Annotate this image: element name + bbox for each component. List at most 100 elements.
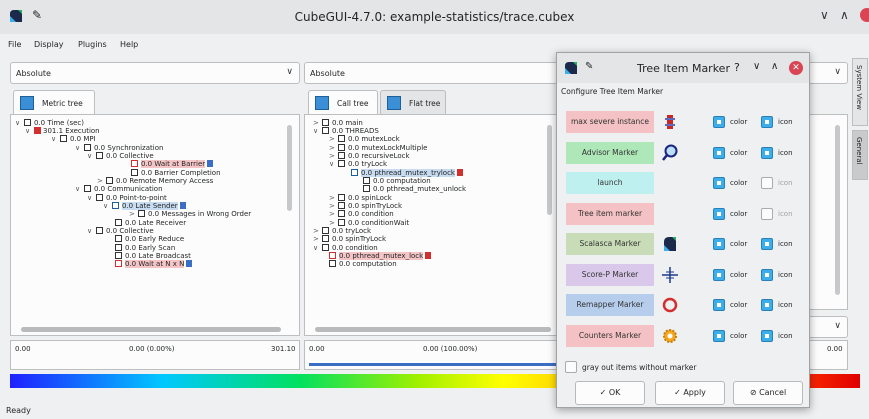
marker-icon-checkbox[interactable] <box>761 329 773 342</box>
marker-icon-label: icon <box>778 118 793 126</box>
dialog-heading: Configure Tree Item Marker <box>561 87 664 96</box>
crosshair-icon[interactable] <box>661 266 679 284</box>
tab-call-tree[interactable]: Call tree <box>308 90 378 114</box>
marker-icon-label: icon <box>778 148 793 157</box>
minimize-button[interactable]: ∨ <box>820 8 829 22</box>
vertical-scrollbar[interactable] <box>287 125 292 211</box>
close-button[interactable]: ✕ <box>789 61 803 75</box>
marker-color-button[interactable]: Remapper Marker <box>566 294 654 316</box>
dialog-title-bar: ✎ Tree Item Marker ? ∨ ∧ ✕ <box>557 53 809 83</box>
check-icon: ✓ <box>674 388 684 397</box>
tree-row[interactable]: 0.0 computation <box>329 260 397 268</box>
scalasca-logo-icon[interactable] <box>661 235 679 253</box>
marker-color-button[interactable]: Scalasca Marker <box>566 233 654 255</box>
marker-icon-checkbox[interactable] <box>761 238 773 250</box>
help-button[interactable]: ? <box>734 61 740 74</box>
menu-bar: File Display Plugins Help <box>0 34 869 54</box>
metric-value-mode-select[interactable]: Absolute ∨ <box>10 62 300 84</box>
red-ring-icon[interactable] <box>661 296 679 314</box>
marker-color-checkbox[interactable] <box>713 268 725 281</box>
marker-color-button[interactable]: launch <box>566 172 654 194</box>
close-button[interactable] <box>860 8 869 22</box>
tab-metric-tree[interactable]: Metric tree <box>13 90 95 114</box>
marker-color-label: color <box>730 331 748 340</box>
system-value-mode-select[interactable]: ∨ <box>804 62 848 84</box>
vertical-scrollbar[interactable] <box>547 125 552 215</box>
magnifier-icon[interactable] <box>661 144 679 162</box>
metric-tree-icon <box>20 96 34 110</box>
marker-color-button[interactable]: Score-P Marker <box>566 263 654 286</box>
menu-file[interactable]: File <box>8 40 21 49</box>
marker-color-label: color <box>730 270 748 279</box>
vertical-scrollbar[interactable] <box>835 125 840 295</box>
marker-icon-checkbox[interactable] <box>761 146 773 159</box>
marker-icon-label: icon <box>778 240 793 248</box>
marker-color-label: color <box>730 179 748 187</box>
marker-color-checkbox[interactable] <box>713 238 725 250</box>
apply-button[interactable]: ✓ Apply <box>655 381 725 405</box>
marker-icon-checkbox[interactable] <box>761 116 773 128</box>
tree-row[interactable]: 0.0 pthread_mutex_unlock <box>363 185 466 193</box>
title-bar: ✎ CubeGUI-4.7.0: example-statistics/trac… <box>0 0 869 34</box>
menu-display[interactable]: Display <box>34 40 64 49</box>
check-icon: ✓ <box>599 388 609 397</box>
marker-color-checkbox[interactable] <box>713 207 725 220</box>
marker-icon-label: icon <box>778 301 793 309</box>
minimize-button[interactable]: ∨ <box>753 61 760 72</box>
tree-row[interactable]: >0.0 mutexLock <box>329 135 400 143</box>
tab-general[interactable]: General <box>852 130 868 180</box>
marker-icon-label: icon <box>778 270 793 279</box>
chevron-down-icon: ∨ <box>286 67 293 77</box>
pin-icon[interactable]: ✎ <box>585 61 593 72</box>
system-topology-select[interactable]: ∨ <box>804 316 848 338</box>
tree-row[interactable]: >0.0 Messages in Wrong Order <box>129 210 251 218</box>
status-bar: Ready <box>6 406 31 415</box>
marker-icon-checkbox[interactable] <box>761 299 773 311</box>
horizontal-scrollbar[interactable] <box>315 327 551 332</box>
tree-row[interactable]: ∨ 0.0 tryLock <box>329 160 387 168</box>
tree-row[interactable]: >0.0 condition <box>329 210 394 218</box>
tree-row[interactable]: >0.0 spinTryLock <box>313 235 386 243</box>
tree-row[interactable]: 0.0 Wait at N x N <box>115 260 193 268</box>
call-value-mode-select[interactable]: Absolute <box>304 62 560 84</box>
call-tree-icon <box>315 96 329 110</box>
marker-color-checkbox[interactable] <box>713 329 725 342</box>
marker-color-label: color <box>730 301 748 309</box>
gear-icon[interactable] <box>661 327 679 345</box>
chevron-down-icon: ∨ <box>834 321 841 331</box>
menu-plugins[interactable]: Plugins <box>78 40 107 49</box>
cancel-button[interactable]: ⊘ Cancel <box>733 381 803 405</box>
gray-out-label: gray out items without marker <box>582 363 697 372</box>
system-value-bar: 0.00 <box>804 340 848 370</box>
ok-button[interactable]: ✓ OK <box>575 381 645 405</box>
menu-help[interactable]: Help <box>120 40 138 49</box>
marker-color-button[interactable]: Counters Marker <box>566 324 654 347</box>
marker-icon-label: icon <box>778 209 793 218</box>
tree-row[interactable]: ∨ 0.0 MPI <box>51 135 96 143</box>
marker-color-label: color <box>730 240 748 248</box>
marker-icon-checkbox[interactable] <box>761 177 773 189</box>
marker-color-checkbox[interactable] <box>713 177 725 189</box>
marker-color-checkbox[interactable] <box>713 116 725 128</box>
maximize-button[interactable]: ∧ <box>771 61 778 72</box>
marker-color-button[interactable]: Advisor Marker <box>566 141 654 164</box>
call-tree: >0.0 main ∨ 0.0 THREADS >0.0 mutexLock >0… <box>304 114 560 336</box>
tab-system-view[interactable]: System View <box>852 58 868 126</box>
marker-color-button[interactable]: Tree item marker <box>566 202 654 225</box>
marker-color-checkbox[interactable] <box>713 299 725 311</box>
marker-color-checkbox[interactable] <box>713 146 725 159</box>
marker-icon-checkbox[interactable] <box>761 268 773 281</box>
metric-tree: ∨ 0.0 Time (sec) ∨ 301.1 Execution ∨ 0.0 MP… <box>10 114 300 336</box>
horizontal-scrollbar[interactable] <box>21 327 281 332</box>
maximize-button[interactable]: ∧ <box>840 8 849 22</box>
marker-color-button[interactable]: max severe instance <box>566 111 654 133</box>
marker-color-label: color <box>730 209 748 218</box>
cube-logo-icon <box>565 62 577 74</box>
tab-flat-tree[interactable]: Flat tree <box>380 90 446 114</box>
gray-out-checkbox[interactable] <box>565 361 577 373</box>
tree-row[interactable]: 0.0 Early Reduce <box>115 235 184 243</box>
tree-row[interactable]: 0.0 Wait at Barrier <box>131 160 214 168</box>
marker-icon-checkbox[interactable] <box>761 207 773 220</box>
tree-row[interactable]: ∨ 0.0 Communication <box>75 185 163 193</box>
red-bar-icon[interactable] <box>661 113 679 131</box>
